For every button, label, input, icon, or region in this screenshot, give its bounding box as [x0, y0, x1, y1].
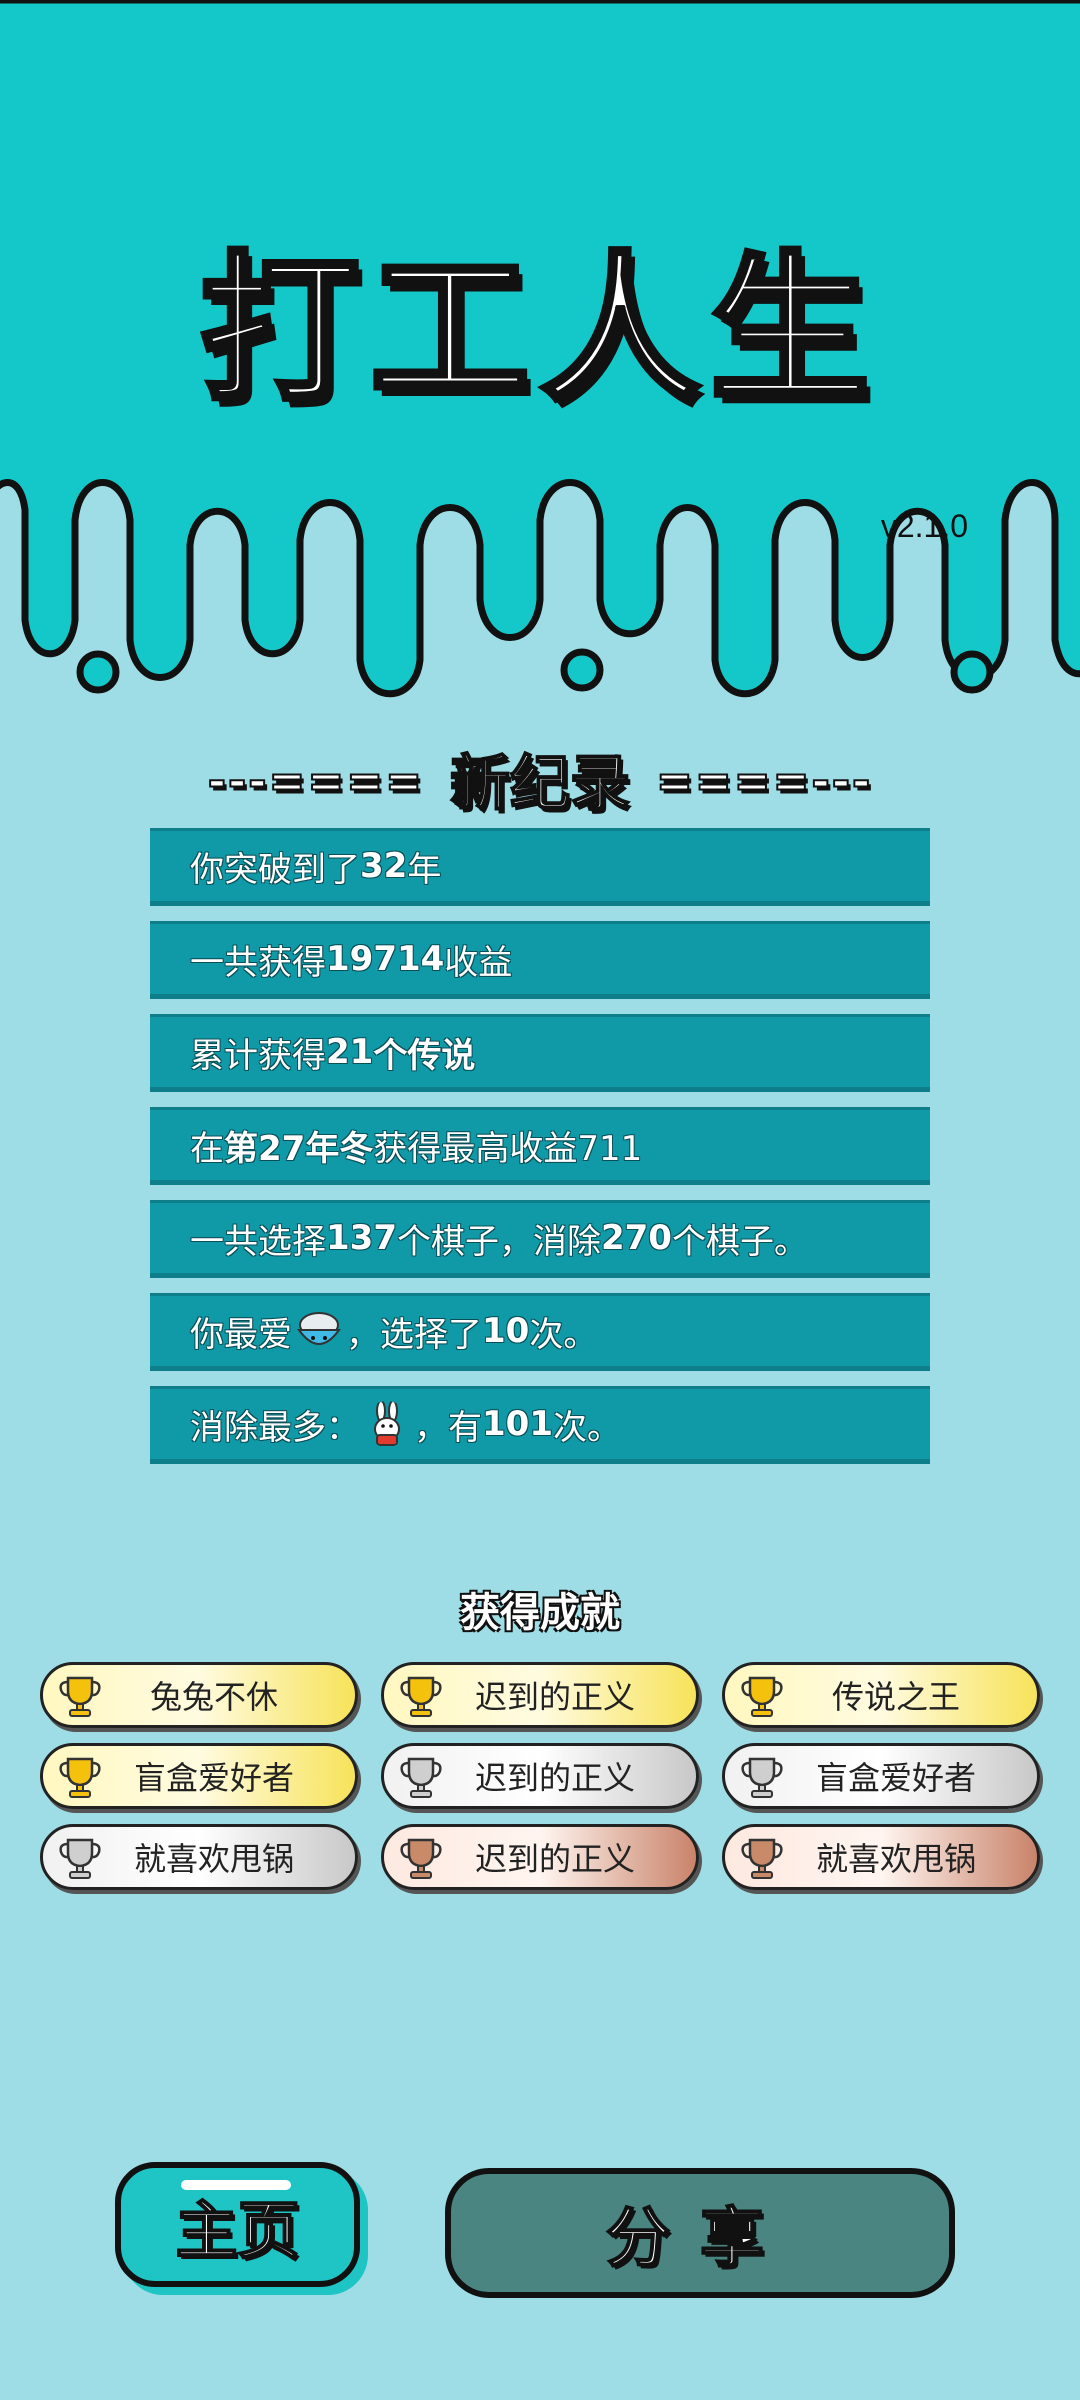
- new-record-heading: ---==== 新纪录 ====---: [0, 735, 1080, 822]
- record-value: 32: [360, 846, 408, 886]
- gold-trophy-icon: [400, 1676, 442, 1717]
- achievement-badge[interactable]: 迟到的正义: [381, 1824, 699, 1890]
- record-text: 你突破到了: [190, 849, 360, 890]
- silver-trophy-icon: [741, 1757, 783, 1798]
- achievement-label: 传说之王: [831, 1678, 960, 1716]
- game-title: 打工人生: [197, 236, 880, 423]
- record-value: 101: [482, 1404, 553, 1444]
- achievement-badge[interactable]: 盲盒爱好者: [722, 1743, 1040, 1809]
- achievement-grid: 兔兔不休 迟到的正义 传说之王 盲盒爱好者 迟到的正义 盲盒爱好者 就喜欢甩锅 …: [40, 1662, 1040, 1890]
- record-value: 第27年冬: [224, 1128, 374, 1169]
- share-button-label: 分享: [605, 2201, 794, 2277]
- record-legends: 累计获得 21 个传说: [150, 1014, 930, 1092]
- record-text: 一共获得: [190, 942, 326, 983]
- record-text: 次。: [552, 1407, 621, 1448]
- rice-bowl-icon: [297, 1312, 341, 1345]
- bronze-trophy-icon: [741, 1838, 783, 1879]
- record-text: 年: [407, 849, 442, 890]
- record-best-income: 在 第27年冬 获得最高收益711: [150, 1107, 930, 1185]
- achievement-badge[interactable]: 盲盒爱好者: [40, 1743, 358, 1809]
- record-years: 你突破到了 32 年: [150, 828, 930, 906]
- record-income: 一共获得 19714 收益: [150, 921, 930, 999]
- silver-trophy-icon: [59, 1838, 101, 1879]
- achievement-badge[interactable]: 迟到的正义: [381, 1743, 699, 1809]
- achievement-label: 盲盒爱好者: [815, 1759, 976, 1797]
- achievement-label: 迟到的正义: [474, 1678, 635, 1716]
- achievement-badge[interactable]: 就喜欢甩锅: [722, 1824, 1040, 1890]
- achievement-label: 迟到的正义: [474, 1759, 635, 1797]
- home-button-label: 主页: [174, 2193, 300, 2268]
- achievements-title: 获得成就: [460, 1590, 620, 1636]
- gold-trophy-icon: [59, 1757, 101, 1798]
- achievement-badge[interactable]: 传说之王: [722, 1662, 1040, 1728]
- achievement-badge[interactable]: 兔兔不休: [40, 1662, 358, 1728]
- record-most-eliminated: 消除最多： ，有 101 次。: [150, 1386, 930, 1464]
- record-value: 10: [482, 1311, 530, 1351]
- record-value: 21: [326, 1032, 374, 1072]
- record-value: 137: [326, 1218, 397, 1258]
- record-text: 个传说: [373, 1035, 476, 1076]
- rabbit-icon: [374, 1401, 400, 1446]
- record-text: 获得最高收益711: [373, 1128, 643, 1169]
- record-text: 次。: [529, 1314, 598, 1355]
- heading-decoration-left: ---====: [207, 755, 424, 808]
- record-value: 19714: [326, 939, 445, 979]
- achievement-badge[interactable]: 迟到的正义: [381, 1662, 699, 1728]
- achievement-label: 盲盒爱好者: [133, 1759, 294, 1797]
- record-text: 消除最多：: [190, 1407, 360, 1448]
- version-label: v2.1.0: [880, 508, 968, 544]
- record-text: 在: [190, 1128, 224, 1169]
- record-text: 累计获得: [190, 1035, 326, 1076]
- achievement-badge[interactable]: 就喜欢甩锅: [40, 1824, 358, 1890]
- record-text: 一共选择: [190, 1221, 326, 1262]
- record-pieces: 一共选择 137 个棋子，消除 270 个棋子。: [150, 1200, 930, 1278]
- record-text: 个棋子，消除: [396, 1221, 601, 1262]
- record-text: 你最爱: [190, 1314, 292, 1355]
- record-text: ，选择了: [346, 1314, 482, 1355]
- gold-trophy-icon: [59, 1676, 101, 1717]
- achievement-label: 就喜欢甩锅: [133, 1840, 294, 1878]
- achievement-label: 就喜欢甩锅: [815, 1840, 976, 1878]
- bronze-trophy-icon: [400, 1838, 442, 1879]
- home-button[interactable]: 主页: [115, 2162, 360, 2287]
- silver-trophy-icon: [400, 1757, 442, 1798]
- heading-decoration-right: ====---: [655, 755, 873, 808]
- gold-trophy-icon: [741, 1676, 783, 1717]
- record-text: ，有: [414, 1407, 482, 1448]
- button-shine: [181, 2180, 291, 2190]
- new-record-title: 新纪录: [449, 748, 631, 820]
- record-text: 收益: [444, 942, 513, 983]
- record-value: 270: [600, 1218, 672, 1258]
- achievement-label: 兔兔不休: [149, 1678, 278, 1716]
- achievement-label: 迟到的正义: [474, 1840, 635, 1878]
- record-text: 个棋子。: [671, 1221, 808, 1262]
- record-favorite: 你最爱 ，选择了 10 次。: [150, 1293, 930, 1371]
- share-button[interactable]: 分享: [445, 2168, 955, 2298]
- record-list: 你突破到了 32 年 一共获得 19714 收益 累计获得 21 个传说 在 第27年冬 获…: [150, 828, 930, 1479]
